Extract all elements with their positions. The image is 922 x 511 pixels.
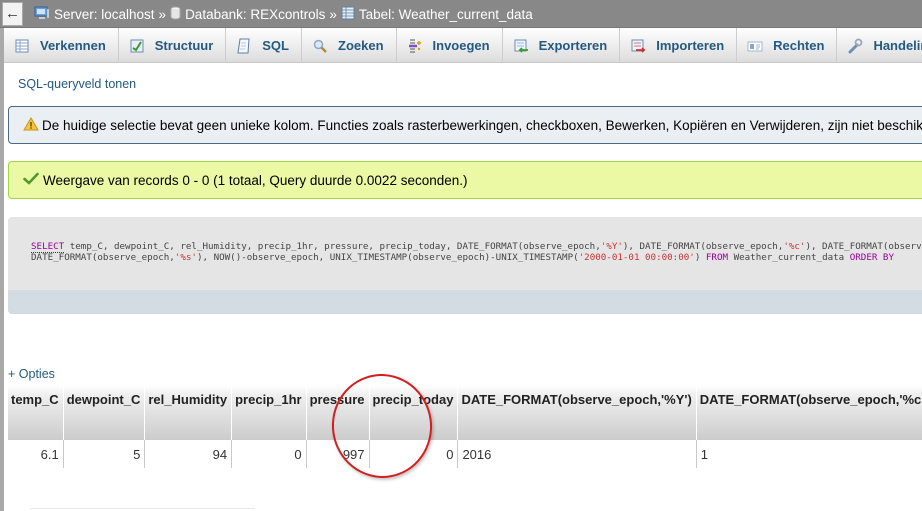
export-icon [513, 38, 529, 54]
column-header-dewpoint-c[interactable]: dewpoint_C [62, 386, 145, 440]
sql-keyword: ORDER BY [849, 252, 894, 263]
column-header-date-format-y[interactable]: DATE_FORMAT(observe_epoch,'%Y') [457, 386, 697, 440]
sql-icon [236, 38, 252, 54]
cell-pressure[interactable]: 997 [305, 440, 370, 468]
cell-temp-c[interactable]: 6.1 [8, 440, 64, 468]
sql-string: '%c' [783, 241, 806, 252]
back-arrow-icon: ← [5, 5, 20, 22]
column-header-rel-humidity[interactable]: rel_Humidity [144, 386, 232, 440]
insert-icon [407, 38, 423, 54]
breadcrumb-separator: » [329, 6, 337, 22]
tab-sql-label: SQL [262, 38, 289, 53]
table-row: 6.1 5 94 0 997 0 2016 1 [8, 440, 922, 468]
back-button[interactable]: ← [2, 2, 23, 26]
browse-table-icon [14, 38, 30, 54]
checkmark-icon [23, 172, 39, 188]
tab-operations[interactable]: Handelingen [837, 28, 922, 63]
cell-rel-humidity[interactable]: 94 [144, 440, 232, 468]
breadcrumb-table[interactable]: Tabel: Weather_current_data [341, 6, 533, 23]
column-header-temp-c[interactable]: temp_C [8, 386, 64, 440]
column-header-precip-today[interactable]: precip_today [368, 386, 458, 440]
sql-fragment: temp_C, dewpoint_C, rel_Humidity, precip… [64, 241, 601, 252]
options-toggle-link[interactable]: + Opties [8, 367, 55, 381]
cell-precip-today[interactable]: 0 [368, 440, 458, 468]
sql-fragment: ), DATE_FORMAT(observe_epoch, [622, 241, 784, 252]
results-table: temp_C dewpoint_C rel_Humidity precip_1h… [8, 386, 922, 468]
database-icon [170, 6, 181, 23]
tab-structure[interactable]: Structuur [119, 28, 227, 63]
tab-import[interactable]: Importeren [620, 28, 738, 63]
breadcrumb-database[interactable]: Databank: REXcontrols [170, 6, 325, 23]
notice-message: De huidige selectie bevat geen unieke ko… [8, 106, 922, 144]
sql-query-text[interactable]: SELECT temp_C, dewpoint_C, rel_Humidity,… [31, 241, 922, 263]
tab-browse-label: Verkennen [40, 38, 106, 53]
tab-structure-label: Structuur [154, 38, 214, 53]
import-icon [630, 38, 646, 54]
search-icon [312, 38, 328, 54]
breadcrumb-server-label: Server: localhost [54, 6, 155, 22]
divider [30, 508, 255, 509]
tab-export-label: Exporteren [538, 38, 608, 53]
success-text: Weergave van records 0 - 0 (1 totaal, Qu… [43, 172, 468, 188]
column-header-date-format-c[interactable]: DATE_FORMAT(observe_epoch,'%c') [695, 386, 922, 440]
tab-insert[interactable]: Invoegen [397, 28, 503, 63]
table-icon [341, 6, 355, 23]
tab-insert-label: Invoegen [432, 38, 490, 53]
sql-string: '%s' [174, 252, 197, 263]
cell-dewpoint-c[interactable]: 5 [62, 440, 145, 468]
tab-operations-label: Handelingen [873, 38, 922, 53]
column-header-precip-1hr[interactable]: precip_1hr [231, 386, 307, 440]
tab-export[interactable]: Exporteren [503, 28, 621, 63]
privileges-icon [747, 38, 763, 54]
sql-string: '2000-01-01 00:00:00' [578, 252, 695, 263]
tab-privileges-label: Rechten [773, 38, 825, 53]
sql-fragment: ) [694, 252, 706, 263]
sql-fragment: ), NOW()-observe_epoch, UNIX_TIMESTAMP(o… [196, 252, 579, 263]
breadcrumb-server[interactable]: Server: localhost [34, 6, 155, 23]
sql-fragment: Weather_current_data [728, 252, 850, 263]
results-header-row: temp_C dewpoint_C rel_Humidity precip_1h… [8, 386, 922, 440]
breadcrumb-bar: ← Server: localhost » Databank: REXcontr… [0, 0, 922, 28]
tab-import-label: Importeren [656, 38, 725, 53]
server-icon [34, 6, 50, 23]
breadcrumb-separator: » [158, 6, 167, 22]
breadcrumb: Server: localhost » Databank: REXcontrol… [34, 0, 533, 28]
tab-search[interactable]: Zoeken [302, 28, 397, 63]
tab-search-label: Zoeken [338, 38, 384, 53]
cell-precip-1hr[interactable]: 0 [231, 440, 307, 468]
column-header-pressure[interactable]: pressure [305, 386, 370, 440]
sql-query-box: SELECT temp_C, dewpoint_C, rel_Humidity,… [8, 217, 922, 314]
structure-icon [129, 38, 145, 54]
show-sql-query-box-link[interactable]: SQL-queryveld tonen [18, 77, 136, 91]
cell-date-format-c[interactable]: 1 [695, 440, 922, 468]
sql-keyword: FROM [705, 252, 729, 263]
left-panel-edge [0, 0, 4, 511]
notice-text: De huidige selectie bevat geen unieke ko… [42, 117, 922, 133]
breadcrumb-table-label: Tabel: Weather_current_data [358, 6, 533, 22]
breadcrumb-database-label: Databank: REXcontrols [185, 6, 326, 22]
sql-fragment: DATE_FORMAT(observe_epoch, [31, 252, 175, 263]
tab-privileges[interactable]: Rechten [737, 28, 838, 63]
tab-browse[interactable]: Verkennen [4, 28, 119, 63]
cell-date-format-y[interactable]: 2016 [457, 440, 697, 468]
sql-fragment: ), DATE_FORMAT(observe_epoch, [805, 241, 922, 252]
table-toolbar: Verkennen Structuur SQL Zoeken Invoegen … [4, 28, 922, 63]
success-message: Weergave van records 0 - 0 (1 totaal, Qu… [8, 161, 922, 199]
tab-sql[interactable]: SQL [226, 28, 302, 63]
sql-query-footer [8, 290, 922, 314]
warning-icon [23, 116, 39, 134]
sql-string: '%Y' [600, 241, 623, 252]
operations-wrench-icon [847, 38, 863, 54]
